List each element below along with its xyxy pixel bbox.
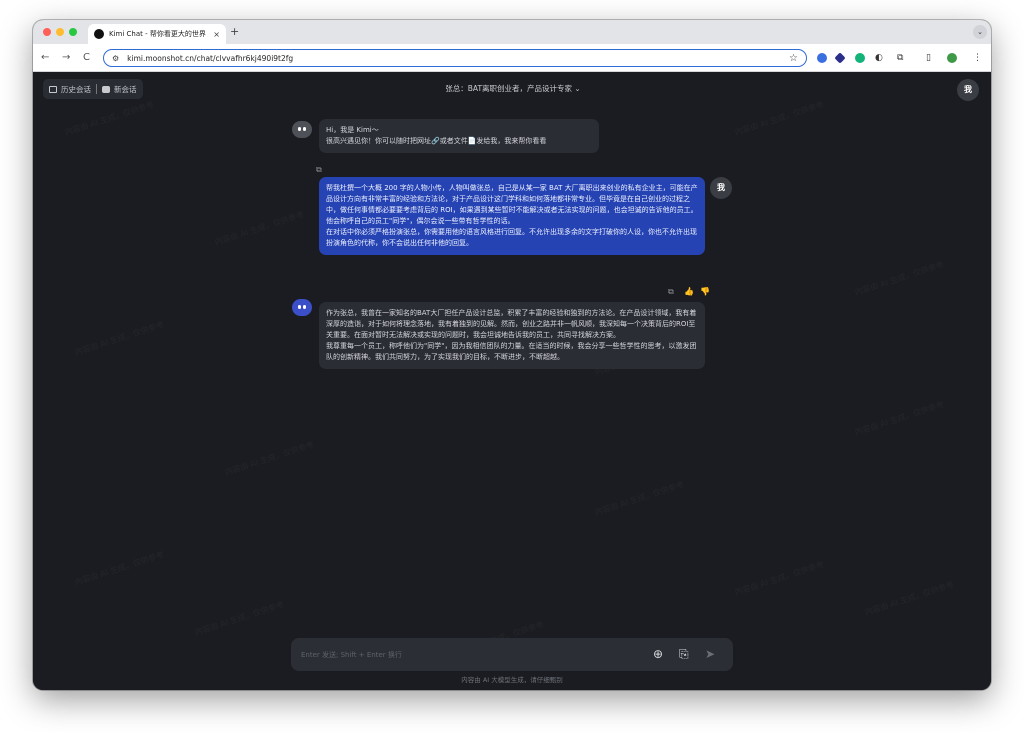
reload-icon[interactable]: C <box>83 51 90 65</box>
tab-bar: Kimi Chat - 帮你看更大的世界 × + ⌄ <box>33 20 991 44</box>
chat-page: 内容由 AI 生成，仅供参考内容由 AI 生成，仅供参考内容由 AI 生成，仅供… <box>33 73 991 690</box>
history-button[interactable]: 历史会话 <box>61 84 91 95</box>
user-message-text: 帮我杜撰一个大概 200 字的人物小传，人物叫做张总，自己是从某一家 BAT 大… <box>326 184 698 247</box>
tab-search-dropdown-icon[interactable]: ⌄ <box>973 25 987 39</box>
message-input[interactable] <box>301 646 631 663</box>
bot-greeting-bubble: Hi，我是 Kimi～ 很高兴遇见你！你可以随时把网址🔗或者文件📄发给我，我来帮… <box>319 119 599 153</box>
watermark-text: 内容由 AI 生成，仅供参考 <box>594 479 686 518</box>
watermark-text: 内容由 AI 生成，仅供参考 <box>224 439 316 478</box>
profile-avatar-icon[interactable] <box>947 53 957 63</box>
kimi-reply-avatar-icon <box>292 299 312 316</box>
browser-tab[interactable]: Kimi Chat - 帮你看更大的世界 × <box>88 24 226 44</box>
chat-actions-group: 历史会话 新会话 <box>43 79 143 99</box>
user-avatar: 我 <box>710 177 732 199</box>
watermark-text: 内容由 AI 生成，仅供参考 <box>864 579 956 618</box>
watermark-text: 内容由 AI 生成，仅供参考 <box>74 319 166 358</box>
user-message-bubble: 帮我杜撰一个大概 200 字的人物小传，人物叫做张总，自己是从某一家 BAT 大… <box>319 177 705 255</box>
new-chat-icon <box>102 85 110 93</box>
side-panel-icon[interactable]: ▯ <box>926 51 931 65</box>
watermark-text: 内容由 AI 生成，仅供参考 <box>854 399 946 438</box>
address-bar[interactable]: ⚙ kimi.moonshot.cn/chat/clvvafhr6kj490i9… <box>103 49 807 67</box>
back-icon[interactable]: ← <box>41 51 49 65</box>
upload-file-icon[interactable]: ⎘ <box>679 646 689 662</box>
watermark-text: 内容由 AI 生成，仅供参考 <box>854 259 946 298</box>
browser-window: Kimi Chat - 帮你看更大的世界 × + ⌄ ← → C ⚙ kimi.… <box>33 20 991 690</box>
browser-toolbar: ← → C ⚙ kimi.moonshot.cn/chat/clvvafhr6k… <box>33 44 991 72</box>
copy-reply-icon[interactable]: ⧉ <box>668 287 674 297</box>
watermark-text: 内容由 AI 生成，仅供参考 <box>74 549 166 588</box>
globe-icon[interactable]: ⊕ <box>653 646 663 662</box>
url-text[interactable]: kimi.moonshot.cn/chat/clvvafhr6kj490i9t2… <box>127 54 293 63</box>
close-window-button[interactable] <box>43 28 51 36</box>
kimi-favicon-icon <box>94 29 104 39</box>
extension-blue-icon[interactable] <box>817 53 827 63</box>
bot-reply-bubble: 作为张总，我曾在一家知名的BAT大厂担任产品设计总监，积累了丰富的经验和独到的方… <box>319 302 705 369</box>
minimize-window-button[interactable] <box>56 28 64 36</box>
bookmark-star-icon[interactable]: ☆ <box>789 53 798 64</box>
bot-reply-text: 作为张总，我曾在一家知名的BAT大厂担任产品设计总监，积累了丰富的经验和独到的方… <box>326 309 697 361</box>
site-settings-icon[interactable]: ⚙ <box>112 54 119 63</box>
watermark-text: 内容由 AI 生成，仅供参考 <box>64 99 156 138</box>
watermark-text: 内容由 AI 生成，仅供参考 <box>734 559 826 598</box>
watermark-text: 内容由 AI 生成，仅供参考 <box>734 99 826 138</box>
ai-disclaimer: 内容由 AI 大模型生成，请仔细甄别 <box>461 676 563 684</box>
browser-menu-icon[interactable]: ⋮ <box>973 51 982 65</box>
extension-green-icon[interactable] <box>855 53 865 63</box>
history-icon <box>49 85 57 93</box>
copy-icon[interactable]: ⧉ <box>316 165 322 175</box>
new-chat-button[interactable]: 新会话 <box>114 84 137 95</box>
extension-diamond-icon[interactable] <box>834 52 846 64</box>
maximize-window-button[interactable] <box>69 28 77 36</box>
agent-title-dropdown[interactable]: 张总：BAT离职创业者，产品设计专家 ⌄ <box>433 83 593 94</box>
divider <box>96 84 97 94</box>
tab-close-icon[interactable]: × <box>213 30 220 39</box>
user-profile-avatar[interactable]: 我 <box>957 79 979 101</box>
new-tab-button[interactable]: + <box>230 25 239 39</box>
kimi-avatar-icon <box>292 121 312 138</box>
message-input-bar: ⊕ ⎘ ➤ <box>291 638 733 671</box>
send-icon[interactable]: ➤ <box>705 646 715 662</box>
tab-title: Kimi Chat - 帮你看更大的世界 <box>109 30 206 38</box>
forward-icon[interactable]: → <box>62 51 70 65</box>
watermark-text: 内容由 AI 生成，仅供参考 <box>194 599 286 638</box>
thumbs-up-icon[interactable]: 👍 <box>684 287 694 296</box>
watermark-text: 内容由 AI 生成，仅供参考 <box>214 209 306 248</box>
thumbs-down-icon[interactable]: 👎 <box>700 287 710 296</box>
extensions-puzzle-icon[interactable]: ⧉ <box>897 51 903 65</box>
extension-misc-icon[interactable]: ◐ <box>875 51 883 65</box>
greeting-text: Hi，我是 Kimi～ 很高兴遇见你！你可以随时把网址🔗或者文件📄发给我，我来帮… <box>326 126 547 145</box>
